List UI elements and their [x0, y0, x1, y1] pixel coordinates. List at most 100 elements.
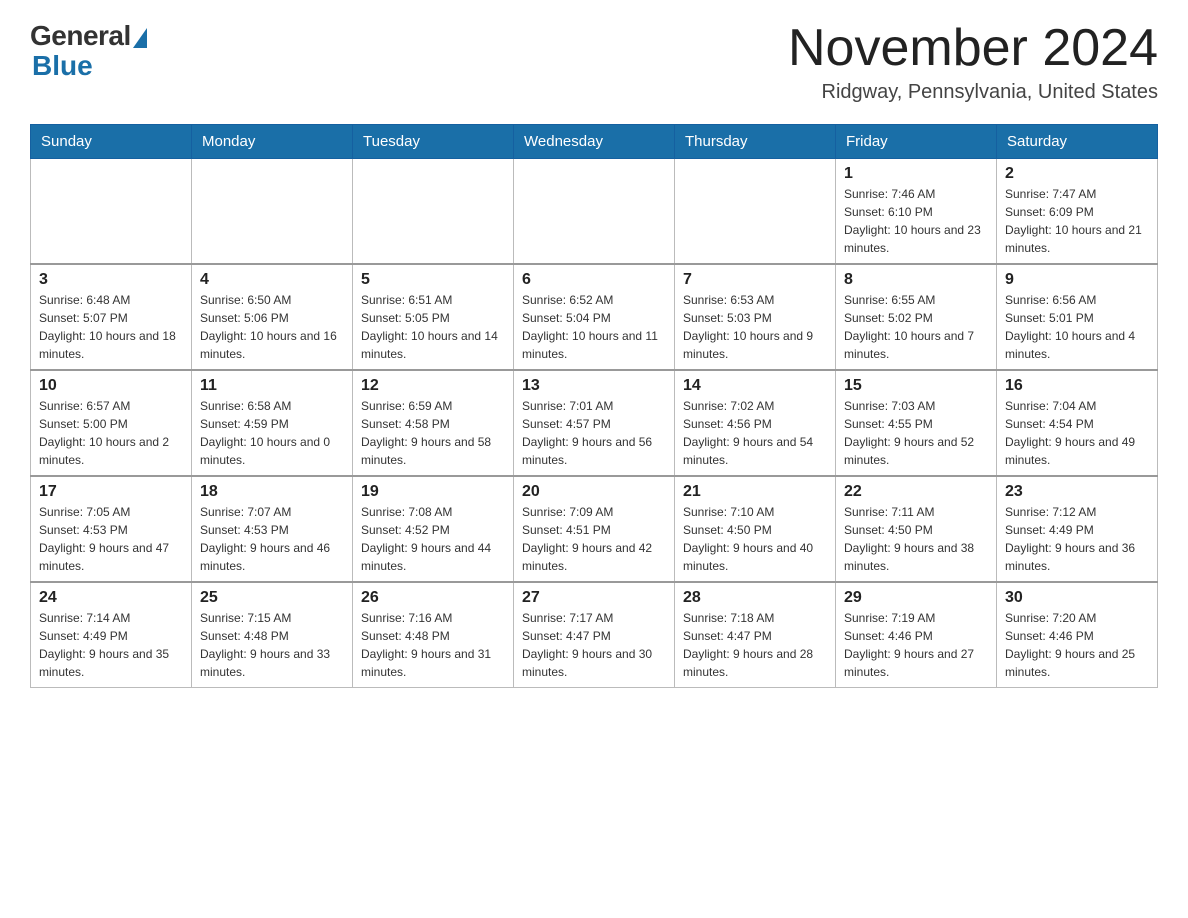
- day-number: 22: [844, 483, 988, 501]
- day-number: 16: [1005, 377, 1149, 395]
- weekday-header-tuesday: Tuesday: [353, 125, 514, 159]
- day-number: 18: [200, 483, 344, 501]
- page-header: General Blue November 2024 Ridgway, Penn…: [30, 20, 1158, 104]
- calendar-cell: 12 Sunrise: 6:59 AM Sunset: 4:58 PM Dayli…: [353, 370, 514, 476]
- day-info: Sunrise: 6:52 AM Sunset: 5:04 PM Dayligh…: [522, 291, 666, 363]
- day-info: Sunrise: 7:03 AM Sunset: 4:55 PM Dayligh…: [844, 397, 988, 469]
- day-number: 13: [522, 377, 666, 395]
- logo-triangle-icon: [133, 28, 147, 48]
- logo: General Blue: [30, 20, 147, 82]
- calendar-cell: 1 Sunrise: 7:46 AM Sunset: 6:10 PM Daylig…: [836, 159, 997, 265]
- calendar-cell: [31, 159, 192, 265]
- calendar-cell: 20 Sunrise: 7:09 AM Sunset: 4:51 PM Dayli…: [514, 476, 675, 582]
- calendar-cell: 3 Sunrise: 6:48 AM Sunset: 5:07 PM Daylig…: [31, 264, 192, 370]
- day-number: 21: [683, 483, 827, 501]
- day-number: 28: [683, 589, 827, 607]
- day-number: 29: [844, 589, 988, 607]
- calendar-cell: [192, 159, 353, 265]
- calendar-cell: 15 Sunrise: 7:03 AM Sunset: 4:55 PM Dayli…: [836, 370, 997, 476]
- location-subtitle: Ridgway, Pennsylvania, United States: [788, 81, 1158, 104]
- calendar-cell: 14Sunrise: 7:02 AM Sunset: 4:56 PM Dayli…: [675, 370, 836, 476]
- day-number: 10: [39, 377, 183, 395]
- day-number: 6: [522, 271, 666, 289]
- calendar-cell: 23 Sunrise: 7:12 AM Sunset: 4:49 PM Dayli…: [997, 476, 1158, 582]
- weekday-header-monday: Monday: [192, 125, 353, 159]
- day-info: Sunrise: 7:16 AM Sunset: 4:48 PM Dayligh…: [361, 609, 505, 681]
- day-info: Sunrise: 7:02 AM Sunset: 4:56 PM Dayligh…: [683, 397, 827, 469]
- day-number: 5: [361, 271, 505, 289]
- day-info: Sunrise: 6:57 AM Sunset: 5:00 PM Dayligh…: [39, 397, 183, 469]
- day-info: Sunrise: 7:10 AM Sunset: 4:50 PM Dayligh…: [683, 503, 827, 575]
- calendar-cell: 29 Sunrise: 7:19 AM Sunset: 4:46 PM Dayli…: [836, 582, 997, 688]
- day-number: 4: [200, 271, 344, 289]
- calendar-cell: 10 Sunrise: 6:57 AM Sunset: 5:00 PM Dayli…: [31, 370, 192, 476]
- day-number: 26: [361, 589, 505, 607]
- day-info: Sunrise: 6:55 AM Sunset: 5:02 PM Dayligh…: [844, 291, 988, 363]
- day-number: 2: [1005, 165, 1149, 183]
- calendar-cell: [675, 159, 836, 265]
- day-number: 20: [522, 483, 666, 501]
- weekday-header-row: SundayMondayTuesdayWednesdayThursdayFrid…: [31, 125, 1158, 159]
- day-info: Sunrise: 7:05 AM Sunset: 4:53 PM Dayligh…: [39, 503, 183, 575]
- day-number: 25: [200, 589, 344, 607]
- day-number: 3: [39, 271, 183, 289]
- day-info: Sunrise: 7:15 AM Sunset: 4:48 PM Dayligh…: [200, 609, 344, 681]
- calendar-table: SundayMondayTuesdayWednesdayThursdayFrid…: [30, 124, 1158, 688]
- calendar-cell: 9Sunrise: 6:56 AM Sunset: 5:01 PM Daylig…: [997, 264, 1158, 370]
- calendar-cell: [353, 159, 514, 265]
- day-number: 19: [361, 483, 505, 501]
- month-title: November 2024: [788, 20, 1158, 77]
- weekday-header-saturday: Saturday: [997, 125, 1158, 159]
- week-row-3: 10 Sunrise: 6:57 AM Sunset: 5:00 PM Dayli…: [31, 370, 1158, 476]
- day-number: 12: [361, 377, 505, 395]
- calendar-cell: 5 Sunrise: 6:51 AM Sunset: 5:05 PM Daylig…: [353, 264, 514, 370]
- day-number: 17: [39, 483, 183, 501]
- logo-blue-text: Blue: [32, 50, 93, 82]
- day-info: Sunrise: 7:01 AM Sunset: 4:57 PM Dayligh…: [522, 397, 666, 469]
- calendar-cell: 17 Sunrise: 7:05 AM Sunset: 4:53 PM Dayli…: [31, 476, 192, 582]
- day-number: 9: [1005, 271, 1149, 289]
- day-number: 24: [39, 589, 183, 607]
- day-number: 1: [844, 165, 988, 183]
- day-number: 27: [522, 589, 666, 607]
- day-number: 30: [1005, 589, 1149, 607]
- day-info: Sunrise: 7:47 AM Sunset: 6:09 PM Dayligh…: [1005, 185, 1149, 257]
- week-row-4: 17 Sunrise: 7:05 AM Sunset: 4:53 PM Dayli…: [31, 476, 1158, 582]
- day-info: Sunrise: 7:20 AM Sunset: 4:46 PM Dayligh…: [1005, 609, 1149, 681]
- day-info: Sunrise: 7:11 AM Sunset: 4:50 PM Dayligh…: [844, 503, 988, 575]
- day-info: Sunrise: 6:53 AM Sunset: 5:03 PM Dayligh…: [683, 291, 827, 363]
- day-number: 11: [200, 377, 344, 395]
- logo-general-text: General: [30, 20, 131, 52]
- day-number: 8: [844, 271, 988, 289]
- day-info: Sunrise: 7:17 AM Sunset: 4:47 PM Dayligh…: [522, 609, 666, 681]
- weekday-header-thursday: Thursday: [675, 125, 836, 159]
- calendar-cell: 30 Sunrise: 7:20 AM Sunset: 4:46 PM Dayli…: [997, 582, 1158, 688]
- day-info: Sunrise: 7:19 AM Sunset: 4:46 PM Dayligh…: [844, 609, 988, 681]
- calendar-cell: 28 Sunrise: 7:18 AM Sunset: 4:47 PM Dayli…: [675, 582, 836, 688]
- calendar-cell: 16Sunrise: 7:04 AM Sunset: 4:54 PM Dayli…: [997, 370, 1158, 476]
- day-info: Sunrise: 6:48 AM Sunset: 5:07 PM Dayligh…: [39, 291, 183, 363]
- day-info: Sunrise: 7:09 AM Sunset: 4:51 PM Dayligh…: [522, 503, 666, 575]
- week-row-5: 24Sunrise: 7:14 AM Sunset: 4:49 PM Dayli…: [31, 582, 1158, 688]
- day-info: Sunrise: 7:18 AM Sunset: 4:47 PM Dayligh…: [683, 609, 827, 681]
- calendar-cell: 24Sunrise: 7:14 AM Sunset: 4:49 PM Dayli…: [31, 582, 192, 688]
- day-info: Sunrise: 6:51 AM Sunset: 5:05 PM Dayligh…: [361, 291, 505, 363]
- calendar-cell: 26 Sunrise: 7:16 AM Sunset: 4:48 PM Dayli…: [353, 582, 514, 688]
- calendar-cell: 19Sunrise: 7:08 AM Sunset: 4:52 PM Dayli…: [353, 476, 514, 582]
- week-row-1: 1 Sunrise: 7:46 AM Sunset: 6:10 PM Daylig…: [31, 159, 1158, 265]
- day-info: Sunrise: 7:07 AM Sunset: 4:53 PM Dayligh…: [200, 503, 344, 575]
- day-info: Sunrise: 7:46 AM Sunset: 6:10 PM Dayligh…: [844, 185, 988, 257]
- calendar-cell: 11Sunrise: 6:58 AM Sunset: 4:59 PM Dayli…: [192, 370, 353, 476]
- calendar-cell: 18 Sunrise: 7:07 AM Sunset: 4:53 PM Dayli…: [192, 476, 353, 582]
- day-number: 15: [844, 377, 988, 395]
- calendar-cell: 21 Sunrise: 7:10 AM Sunset: 4:50 PM Dayli…: [675, 476, 836, 582]
- weekday-header-sunday: Sunday: [31, 125, 192, 159]
- day-info: Sunrise: 7:12 AM Sunset: 4:49 PM Dayligh…: [1005, 503, 1149, 575]
- day-info: Sunrise: 6:59 AM Sunset: 4:58 PM Dayligh…: [361, 397, 505, 469]
- title-section: November 2024 Ridgway, Pennsylvania, Uni…: [788, 20, 1158, 104]
- calendar-cell: 13 Sunrise: 7:01 AM Sunset: 4:57 PM Dayli…: [514, 370, 675, 476]
- day-number: 23: [1005, 483, 1149, 501]
- calendar-cell: 6 Sunrise: 6:52 AM Sunset: 5:04 PM Daylig…: [514, 264, 675, 370]
- calendar-cell: 8 Sunrise: 6:55 AM Sunset: 5:02 PM Daylig…: [836, 264, 997, 370]
- calendar-cell: 27 Sunrise: 7:17 AM Sunset: 4:47 PM Dayli…: [514, 582, 675, 688]
